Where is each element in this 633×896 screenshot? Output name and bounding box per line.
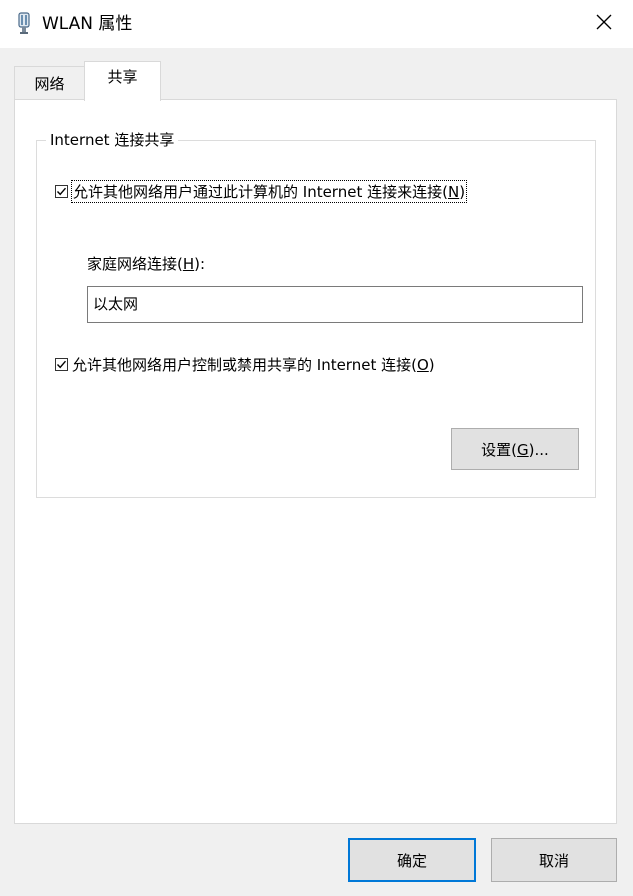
tab-sharing[interactable]: 共享 (84, 61, 161, 101)
window-title: WLAN 属性 (42, 14, 133, 34)
checkmark-icon (56, 360, 67, 369)
home-network-mnemonic: H (182, 255, 195, 273)
tab-sharing-label: 共享 (107, 68, 138, 86)
close-button[interactable] (575, 0, 633, 48)
home-network-text-end: ): (194, 255, 206, 273)
tab-network-label: 网络 (34, 74, 65, 93)
ok-button-label: 确定 (396, 851, 427, 870)
allow-share-row[interactable]: 允许其他网络用户通过此计算机的 Internet 连接来连接(N) (55, 180, 468, 203)
wlan-properties-dialog: WLAN 属性 网络 共享 Internet 连接共享 允许其他网络用户通过此计… (0, 0, 633, 896)
network-adapter-icon (16, 12, 32, 36)
checkmark-icon (56, 187, 67, 196)
allow-share-label: 允许其他网络用户通过此计算机的 Internet 连接来连接(N) (70, 180, 468, 203)
allow-control-label: 允许其他网络用户控制或禁用共享的 Internet 连接(O) (72, 354, 435, 375)
title-bar: WLAN 属性 (0, 0, 633, 48)
group-title: Internet 连接共享 (46, 129, 179, 151)
settings-button[interactable]: 设置(G)... (451, 428, 579, 470)
allow-control-row[interactable]: 允许其他网络用户控制或禁用共享的 Internet 连接(O) (55, 354, 435, 375)
allow-control-checkbox[interactable] (55, 358, 68, 371)
home-network-text: 家庭网络连接( (87, 255, 183, 273)
allow-control-text: 允许其他网络用户控制或禁用共享的 Internet 连接( (72, 356, 417, 374)
ok-button[interactable]: 确定 (348, 838, 476, 882)
settings-mnemonic: G (517, 440, 529, 459)
allow-control-mnemonic: O (416, 356, 429, 374)
cancel-button-label: 取消 (538, 851, 569, 870)
allow-share-checkbox[interactable] (55, 185, 68, 198)
settings-text-end: )... (528, 440, 549, 459)
settings-text: 设置( (481, 440, 518, 459)
allow-control-text-end: ) (428, 356, 435, 374)
close-icon (596, 14, 612, 34)
cancel-button[interactable]: 取消 (491, 838, 617, 882)
home-network-field[interactable]: 以太网 (87, 286, 583, 323)
allow-share-text-end: ) (459, 183, 466, 201)
settings-button-label: 设置(G)... (481, 439, 549, 460)
allow-share-mnemonic: N (447, 183, 460, 201)
tab-network[interactable]: 网络 (14, 66, 85, 99)
sharing-tab-panel: Internet 连接共享 允许其他网络用户通过此计算机的 Internet 连… (14, 99, 617, 824)
internet-connection-sharing-group: Internet 连接共享 允许其他网络用户通过此计算机的 Internet 连… (36, 129, 596, 498)
home-network-label: 家庭网络连接(H): (87, 253, 205, 274)
allow-share-text: 允许其他网络用户通过此计算机的 Internet 连接来连接( (73, 183, 448, 201)
